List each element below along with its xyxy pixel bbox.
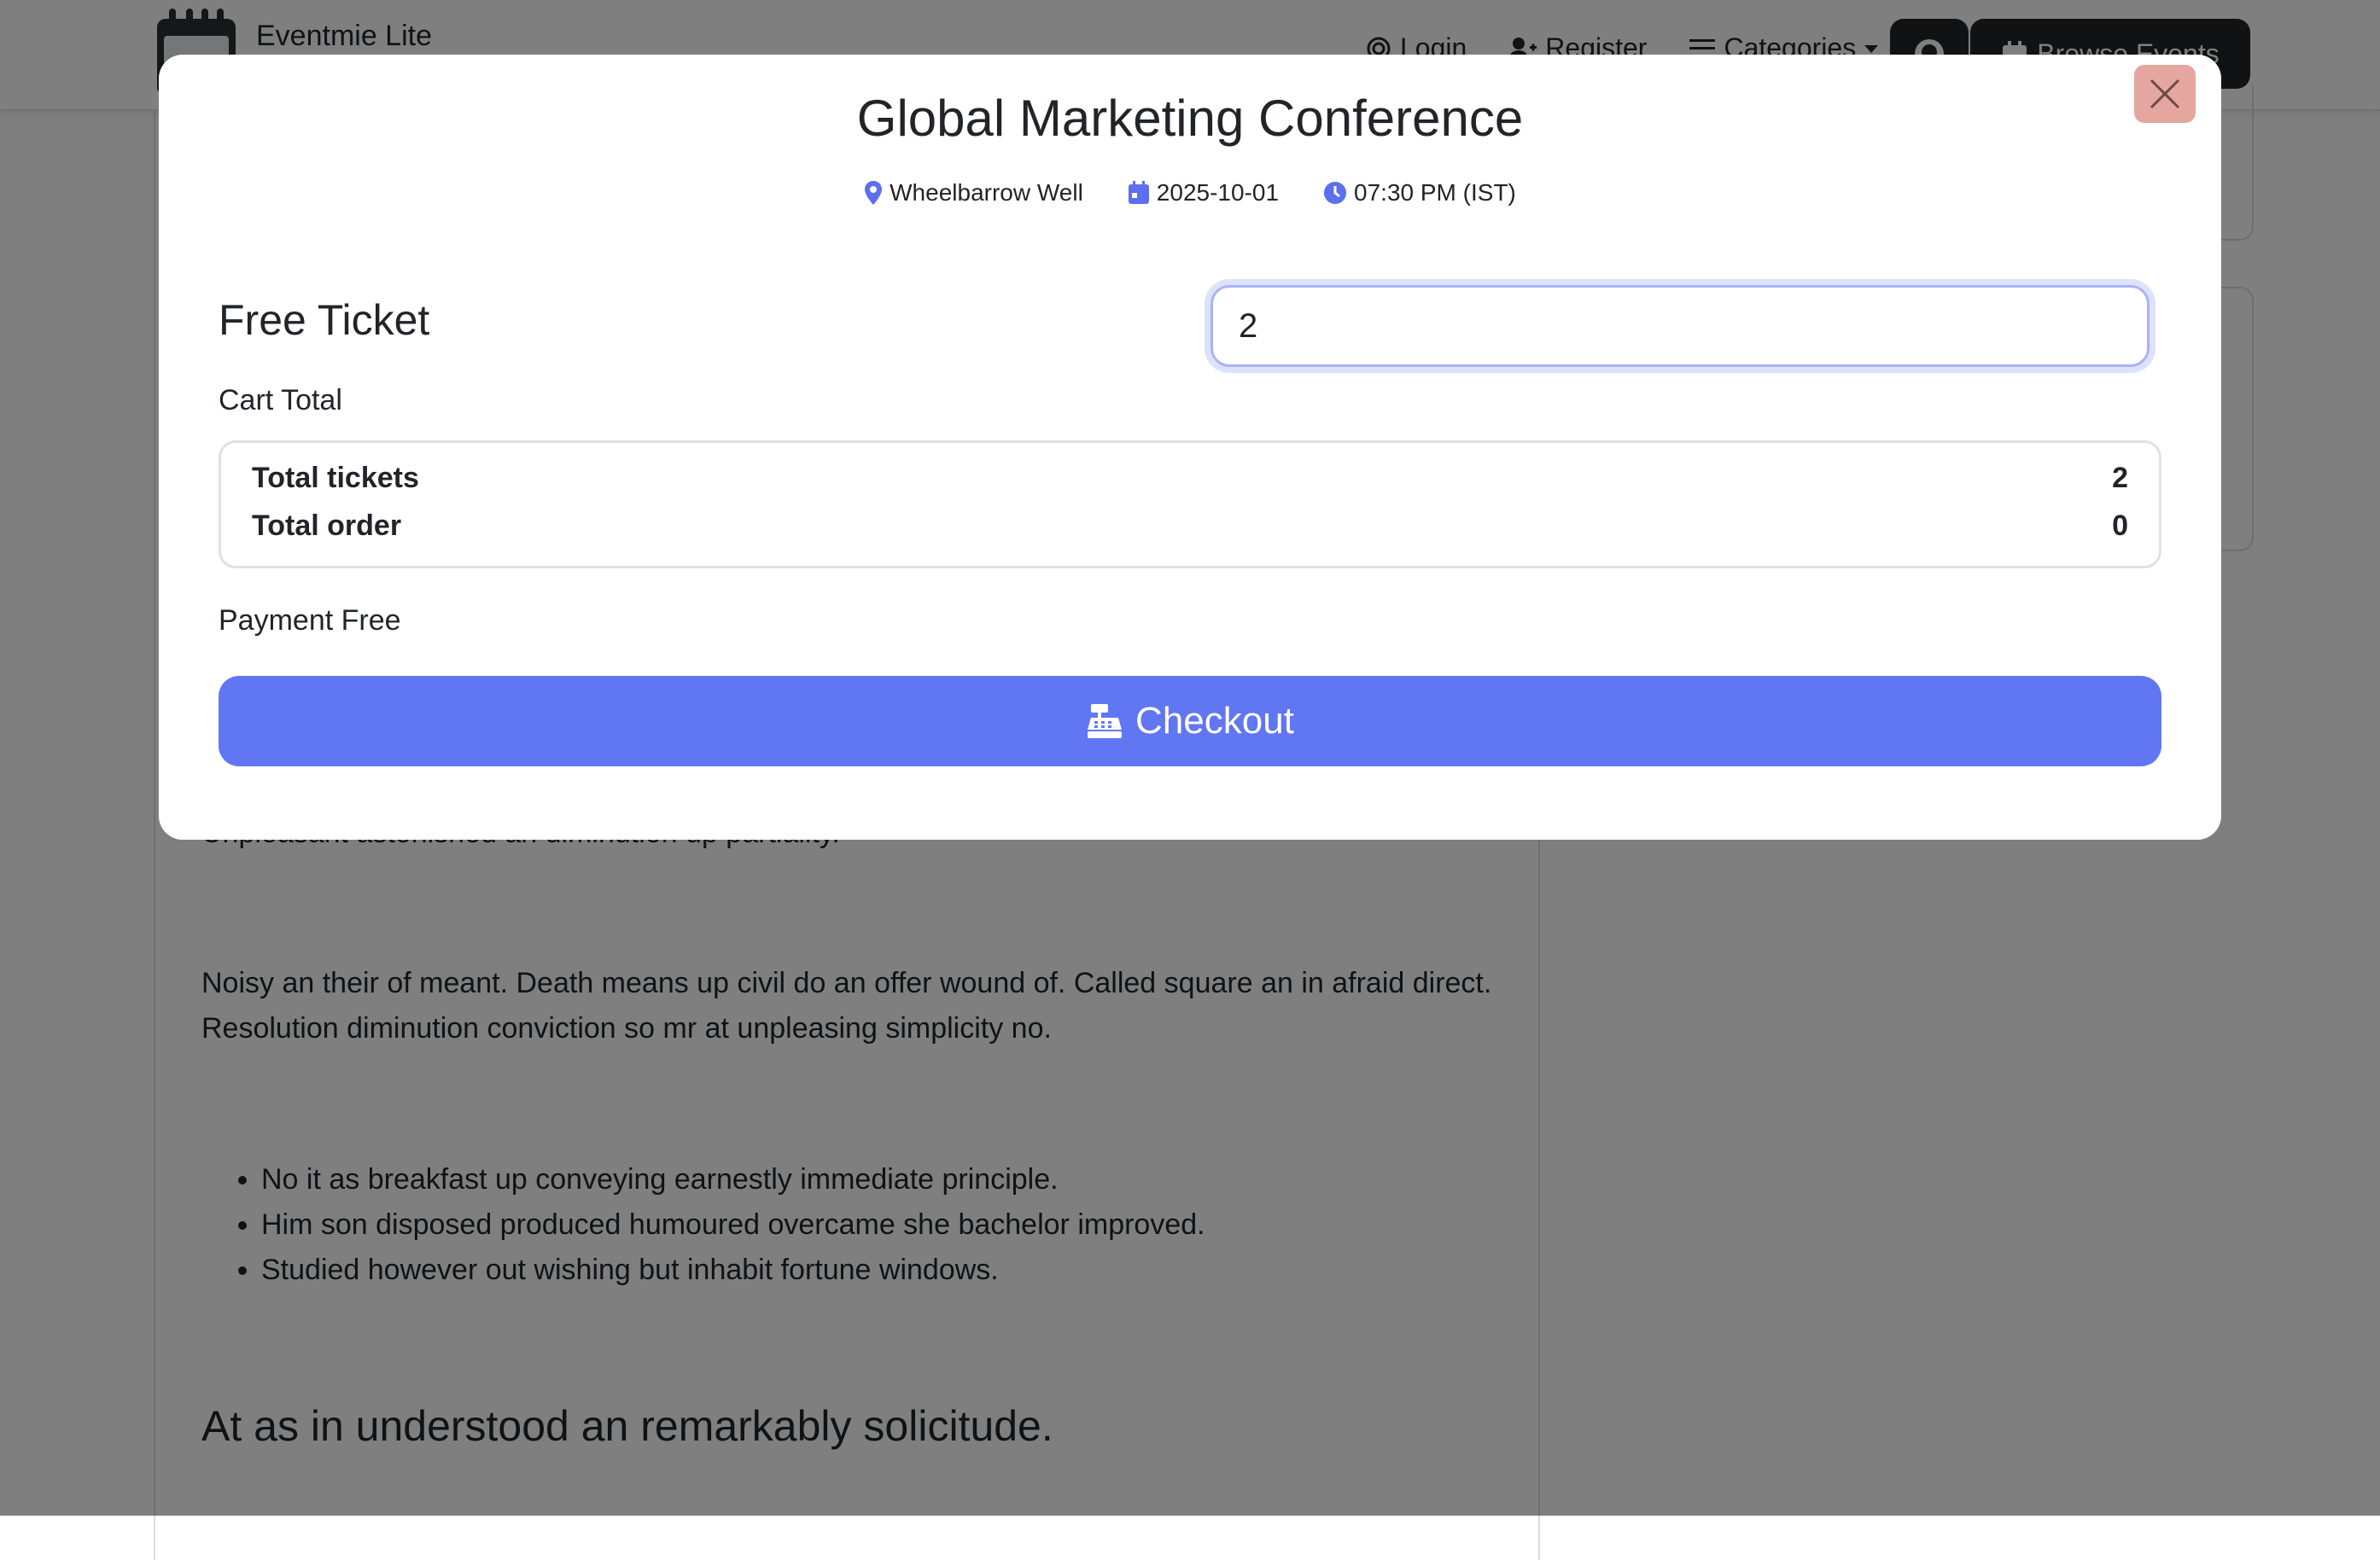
ticket-name: Free Ticket bbox=[219, 296, 430, 344]
total-order-label: Total order bbox=[252, 509, 402, 542]
event-time: 07:30 PM (IST) bbox=[1323, 179, 1516, 207]
checkout-button[interactable]: Checkout bbox=[219, 676, 2161, 766]
event-venue: Wheelbarrow Well bbox=[864, 179, 1083, 207]
checkout-modal: Global Marketing Conference Wheelbarrow … bbox=[159, 55, 2221, 840]
clock-icon bbox=[1324, 182, 1347, 204]
event-date-text: 2025-10-01 bbox=[1156, 179, 1280, 206]
event-date: 2025-10-01 bbox=[1128, 179, 1279, 207]
total-order-row: Total order 0 bbox=[252, 509, 2128, 543]
event-time-text: 07:30 PM (IST) bbox=[1354, 179, 1516, 206]
calendar-icon bbox=[1128, 181, 1149, 204]
cart-total-label: Cart Total bbox=[219, 384, 342, 416]
ticket-quantity-input[interactable] bbox=[1210, 285, 2150, 367]
cart-summary: Total tickets 2 Total order 0 bbox=[219, 440, 2161, 568]
total-tickets-label: Total tickets bbox=[252, 462, 419, 494]
event-title: Global Marketing Conference bbox=[856, 90, 1524, 147]
event-meta: Wheelbarrow Well 2025-10-01 07:30 PM (IS… bbox=[159, 179, 2221, 207]
payment-label: Payment Free bbox=[219, 604, 401, 637]
total-tickets-value: 2 bbox=[2112, 462, 2128, 494]
checkout-label: Checkout bbox=[1135, 700, 1294, 742]
event-venue-text: Wheelbarrow Well bbox=[890, 179, 1083, 206]
map-pin-icon bbox=[865, 181, 883, 205]
total-order-value: 0 bbox=[2112, 509, 2128, 542]
cash-register-icon bbox=[1088, 704, 1123, 738]
total-tickets-row: Total tickets 2 bbox=[252, 462, 2128, 495]
